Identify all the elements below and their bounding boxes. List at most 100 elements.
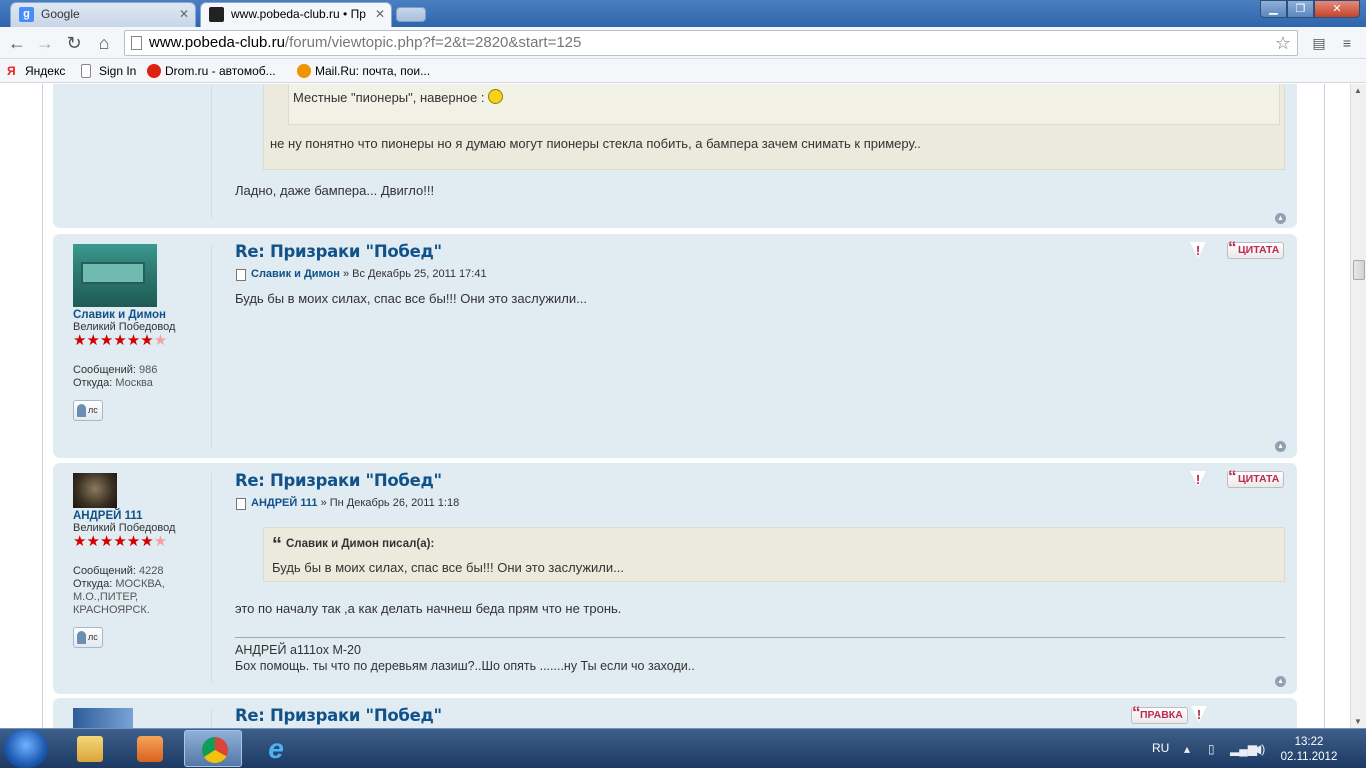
bookmark-mailru[interactable]: Mail.Ru: почта, пои... — [297, 63, 430, 79]
device-icon[interactable]: ▯ — [1208, 742, 1215, 756]
posts-count-label: Сообщений: — [73, 565, 136, 577]
post: Славик и Димон Великий Победовод ★★★★★★★… — [53, 234, 1297, 458]
report-icon[interactable]: ! — [1189, 242, 1207, 259]
url-path: /forum/viewtopic.php?f=2&t=2820&start=12… — [284, 34, 582, 51]
taskbar-internet-explorer[interactable]: e — [246, 730, 304, 767]
back-to-top-icon[interactable]: ▲ — [1275, 441, 1286, 452]
taskbar-media-player[interactable] — [120, 730, 178, 767]
back-to-top-icon[interactable]: ▲ — [1275, 676, 1286, 687]
post-title[interactable]: Re: Призраки "Побед" — [235, 706, 1285, 725]
clock[interactable]: 13:22 02.11.2012 — [1274, 735, 1344, 765]
new-tab-button[interactable] — [396, 7, 426, 22]
post-title[interactable]: Re: Призраки "Побед" — [235, 471, 1285, 490]
language-indicator[interactable]: RU — [1152, 741, 1169, 755]
signature: АНДРЕЙ а111ох М-20 Бох помощь. ты что по… — [235, 637, 1285, 674]
avatar[interactable] — [73, 708, 133, 728]
system-tray: RU ▴ ▯ ▂▄▆ ◀) 13:22 02.11.2012 — [1140, 729, 1366, 769]
report-icon[interactable]: ! — [1190, 706, 1208, 723]
post-date: » Вс Декабрь 25, 2011 17:41 — [342, 268, 487, 280]
user-info: Сообщений: 986 Откуда: Москва — [73, 364, 213, 390]
internet-explorer-icon: e — [268, 733, 284, 764]
quote-header: Славик и Димон писал(а): — [272, 534, 1276, 557]
bookmark-yandex[interactable]: Я Яндекс — [7, 63, 65, 79]
google-favicon-icon: g — [19, 7, 34, 22]
address-bar[interactable]: www.pobeda-club.ru/forum/viewtopic.php?f… — [124, 30, 1298, 56]
media-player-icon — [137, 736, 163, 762]
post-title[interactable]: Re: Призраки "Побед" — [235, 242, 1285, 261]
forum-wrapper: Местные "пионеры", наверное : не ну поня… — [42, 84, 1325, 728]
vertical-scrollbar[interactable]: ▲ ▼ — [1350, 84, 1366, 728]
post-profile: АНДРЕЙ 111 Великий Победовод ★★★★★★★ Соо… — [73, 473, 213, 648]
tab-google[interactable]: g Google ✕ — [10, 2, 196, 27]
location-label: Откуда: — [73, 377, 113, 389]
yandex-icon: Я — [7, 64, 16, 78]
post-author-line: Славик и Димон » Вс Декабрь 25, 2011 17:… — [235, 268, 1285, 281]
nested-quote: Местные "пионеры", наверное : — [288, 84, 1280, 125]
post-text: это по началу так ,а как делать начнеш б… — [235, 601, 622, 616]
post: АНДРЕЙ 111 Великий Победовод ★★★★★★★ Соо… — [53, 463, 1297, 694]
maximize-button[interactable]: ❐ — [1287, 0, 1314, 18]
settings-menu-icon[interactable]: ≡ — [1336, 32, 1358, 54]
user-info: Сообщений: 4228 Откуда: МОСКВА, М.О.,ПИТ… — [73, 565, 213, 617]
folder-icon — [77, 736, 103, 762]
tab-pobeda-club[interactable]: www.pobeda-club.ru • Пр ✕ — [200, 2, 392, 27]
browser-toolbar: ← → ↻ ⌂ www.pobeda-club.ru/forum/viewtop… — [0, 27, 1366, 59]
forward-arrow-icon[interactable]: → — [34, 32, 56, 54]
taskbar-explorer[interactable] — [60, 730, 118, 767]
username-link[interactable]: АНДРЕЙ 111 — [73, 510, 213, 522]
volume-icon[interactable]: ◀) — [1252, 742, 1265, 756]
signature-line: АНДРЕЙ а111ох М-20 — [235, 643, 361, 657]
author-link[interactable]: Славик и Димон — [251, 268, 340, 280]
taskbar-chrome[interactable] — [184, 730, 242, 767]
quote-text: не ну понятно что пионеры но я думаю мог… — [270, 136, 921, 151]
home-icon[interactable]: ⌂ — [93, 32, 115, 54]
bookmark-label: Mail.Ru: почта, пои... — [315, 64, 431, 78]
scroll-up-arrow-icon[interactable]: ▲ — [1354, 86, 1362, 95]
tray-expand-icon[interactable]: ▴ — [1184, 742, 1190, 756]
close-window-button[interactable]: ✕ — [1314, 0, 1360, 18]
nested-quote-text: Местные "пионеры", наверное : — [293, 89, 504, 105]
scrollbar-thumb[interactable] — [1353, 260, 1365, 280]
signature-line: Бох помощь. ты что по деревьям лазиш?..Ш… — [235, 659, 695, 673]
report-icon[interactable]: ! — [1189, 471, 1207, 488]
page-icon — [81, 64, 91, 78]
back-arrow-icon[interactable]: ← — [6, 32, 28, 54]
author-link[interactable]: АНДРЕЙ 111 — [251, 497, 318, 509]
bookmark-label: Sign In — [99, 64, 137, 78]
back-to-top-icon[interactable]: ▲ — [1275, 213, 1286, 224]
start-button[interactable] — [4, 730, 48, 768]
private-message-button[interactable]: лс — [73, 627, 103, 648]
page-icon — [131, 36, 142, 50]
avatar[interactable] — [73, 244, 157, 307]
quote-block: Славик и Димон писал(а): Будь бы в моих … — [263, 527, 1285, 582]
tab-close-icon[interactable]: ✕ — [179, 3, 189, 25]
private-message-button[interactable]: лс — [73, 400, 103, 421]
smiley-icon — [488, 89, 504, 104]
quote-button[interactable]: ЦИТАТА — [1227, 469, 1285, 488]
page-content: Местные "пионеры", наверное : не ну поня… — [0, 84, 1350, 728]
chrome-icon — [202, 737, 228, 763]
bookmark-drom[interactable]: Drom.ru - автомоб... — [147, 63, 276, 79]
page-menu-icon[interactable]: ▤ — [1308, 32, 1330, 54]
clock-date: 02.11.2012 — [1280, 751, 1338, 763]
minimize-button[interactable]: ▁ — [1260, 0, 1287, 18]
post-author-line: АНДРЕЙ 111 » Пн Декабрь 26, 2011 1:18 — [235, 497, 1285, 510]
tab-label: Google — [41, 7, 80, 21]
tab-close-icon[interactable]: ✕ — [375, 3, 385, 25]
username-link[interactable]: Славик и Димон — [73, 309, 213, 321]
scroll-down-arrow-icon[interactable]: ▼ — [1354, 717, 1362, 726]
bookmark-sign-in[interactable]: Sign In — [81, 63, 136, 79]
avatar[interactable] — [73, 473, 117, 508]
posts-count: 4228 — [139, 565, 164, 577]
pobeda-favicon-icon — [209, 7, 224, 22]
bookmark-star-icon[interactable]: ☆ — [1275, 31, 1291, 55]
profile-divider — [211, 84, 212, 218]
reload-icon[interactable]: ↻ — [63, 32, 85, 54]
url-host: www.pobeda-club.ru — [149, 34, 285, 51]
quote-button[interactable]: ЦИТАТА — [1227, 240, 1285, 259]
post-profile — [73, 708, 213, 728]
edit-button[interactable]: ПРАВКА — [1131, 705, 1188, 724]
post-body: Re: Призраки "Побед" Славик и Димон » Вс… — [235, 242, 1285, 308]
post-body: Re: Призраки "Побед" АНДРЕЙ 111 » Пн Дек… — [235, 471, 1285, 674]
post-previous: Местные "пионеры", наверное : не ну поня… — [53, 84, 1297, 228]
